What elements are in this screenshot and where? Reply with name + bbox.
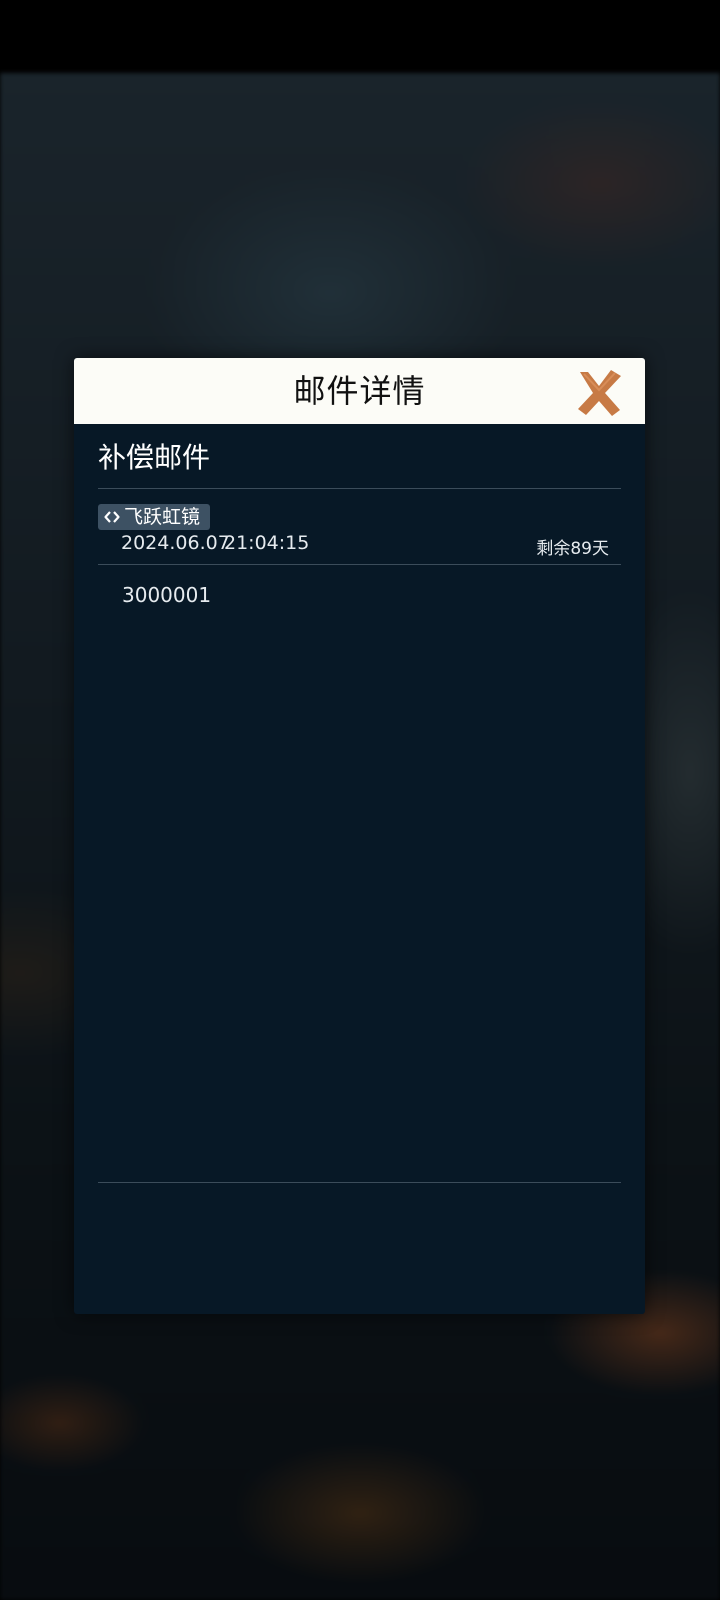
close-button[interactable] xyxy=(574,368,624,418)
mail-time: 21:04:15 xyxy=(224,532,310,554)
attachments-area xyxy=(98,1183,621,1303)
mail-body: 3000001 xyxy=(122,583,212,607)
header-divider xyxy=(98,564,621,565)
code-brackets-icon xyxy=(104,511,120,523)
dialog-title: 邮件详情 xyxy=(293,372,426,410)
dialog-header: 邮件详情 xyxy=(74,358,645,424)
sender-tag: 飞跃虹镜 xyxy=(98,504,211,530)
mail-subject: 补偿邮件 xyxy=(98,441,211,474)
mail-date: 2024.06.07 xyxy=(121,532,230,554)
status-bar xyxy=(0,0,720,73)
sender-name: 飞跃虹镜 xyxy=(124,506,201,528)
remaining-days: 剩余89天 xyxy=(536,539,609,559)
mail-detail-dialog: 邮件详情 补偿邮件 飞跃虹镜 2024.06.07 21:04:15 剩余89天… xyxy=(74,358,645,1314)
subject-divider xyxy=(98,488,621,489)
close-icon xyxy=(578,370,621,416)
